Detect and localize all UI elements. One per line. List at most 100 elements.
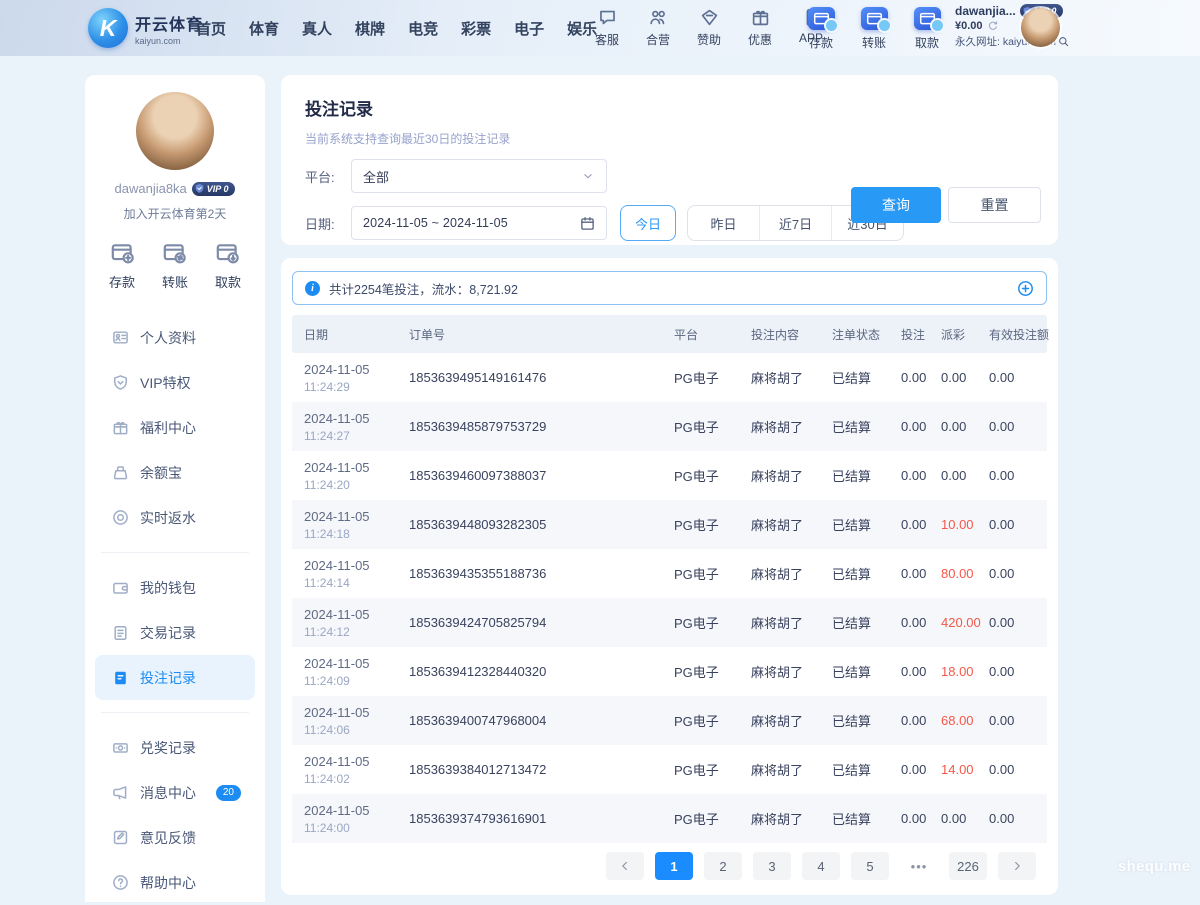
column-header: 日期 [292, 326, 397, 343]
nav-link[interactable]: 棋牌 [355, 18, 385, 39]
vip-icon [112, 374, 129, 391]
expand-plus-icon[interactable] [1017, 280, 1034, 297]
quick-action-label: 存款 [109, 272, 135, 291]
reset-button[interactable]: 重置 [948, 187, 1041, 223]
withdraw-shortcut[interactable]: 取款 [908, 7, 946, 51]
sidebar-item-rebate[interactable]: 实时返水 [95, 495, 255, 540]
sidebar-item-label: 兑奖记录 [140, 738, 196, 758]
search-icon[interactable] [1058, 36, 1069, 47]
sidebar-item-vip[interactable]: VIP特权 [95, 360, 255, 405]
table-row: 2024-11-0511:24:061853639400747968004PG电… [292, 696, 1047, 745]
cell-bet: 0.00 [889, 664, 929, 679]
withdraw-icon [914, 7, 941, 30]
cell-order: 1853639435355188736 [397, 566, 662, 581]
sidebar-item-transactions[interactable]: 交易记录 [95, 610, 255, 655]
records-card: i 共计2254笔投注，流水：8,721.92 日期订单号平台投注内容注单状态投… [281, 258, 1058, 895]
cell-date: 2024-11-0511:24:20 [292, 460, 397, 492]
page-button[interactable]: 226 [949, 852, 987, 880]
nav-link[interactable]: 真人 [302, 18, 332, 39]
nav-link[interactable]: 体育 [249, 18, 279, 39]
quick-action-label: 取款 [215, 272, 241, 291]
nav-link[interactable]: 电子 [514, 18, 544, 39]
range-button[interactable]: 昨日 [688, 206, 759, 240]
range-button[interactable]: 近7日 [759, 206, 831, 240]
service-item-gift[interactable]: 优惠 [741, 8, 779, 48]
sidebar-item-profile[interactable]: 个人资料 [95, 315, 255, 360]
username[interactable]: dawanjia... [955, 4, 1016, 18]
quick-action-withdraw-outline[interactable]: 取款 [215, 240, 241, 291]
cell-payout: 420.00 [929, 615, 977, 630]
deposit-shortcut[interactable]: 存款 [802, 7, 840, 51]
deposit-icon [808, 7, 835, 30]
service-item-partners[interactable]: 合营 [639, 8, 677, 48]
sidebar-item-label: 我的钱包 [140, 578, 196, 598]
sidebar-item-feedback[interactable]: 意见反馈 [95, 815, 255, 860]
platform-select[interactable]: 全部 [351, 159, 607, 193]
menu-group: 个人资料 VIP特权福利中心余额宝实时返水 [85, 315, 265, 540]
column-header: 派彩 [929, 326, 977, 343]
brand-logo[interactable]: K 开云体育 kaiyun.com [88, 8, 203, 48]
cell-content: 麻将胡了 [739, 711, 820, 730]
user-avatar[interactable] [1021, 8, 1060, 47]
cell-platform: PG电子 [662, 613, 739, 632]
cell-date: 2024-11-0511:24:00 [292, 803, 397, 835]
page-button[interactable]: 5 [851, 852, 889, 880]
transfer-shortcut[interactable]: 转账 [855, 7, 893, 51]
profile-avatar[interactable] [136, 92, 214, 170]
joined-days-text: 加入开云体育第2天 [85, 205, 265, 222]
cell-valid: 0.00 [977, 468, 1047, 483]
cell-content: 麻将胡了 [739, 760, 820, 779]
sidebar-item-wallet[interactable]: 我的钱包 [95, 565, 255, 610]
nav-link[interactable]: 电竞 [408, 18, 438, 39]
cell-valid: 0.00 [977, 419, 1047, 434]
help-icon [112, 874, 129, 891]
cell-valid: 0.00 [977, 762, 1047, 777]
cell-bet: 0.00 [889, 517, 929, 532]
column-header: 投注内容 [739, 326, 820, 343]
cell-payout: 0.00 [929, 419, 977, 434]
cell-content: 麻将胡了 [739, 466, 820, 485]
service-item-label: 优惠 [748, 31, 772, 48]
chat-icon [598, 8, 617, 27]
column-header: 平台 [662, 326, 739, 343]
service-item-chat[interactable]: 客服 [588, 8, 626, 48]
quick-action-deposit-outline[interactable]: 存款 [109, 240, 135, 291]
prev-page-button[interactable] [606, 852, 644, 880]
nav-link[interactable]: 彩票 [461, 18, 491, 39]
cell-date: 2024-11-0511:24:14 [292, 558, 397, 590]
page-button[interactable]: 4 [802, 852, 840, 880]
sidebar-item-redeem[interactable]: 兑奖记录 [95, 725, 255, 770]
search-button[interactable]: 查询 [851, 187, 941, 223]
page-button[interactable]: 3 [753, 852, 791, 880]
transfer-outline-icon [162, 240, 187, 265]
sidebar-item-welfare[interactable]: 福利中心 [95, 405, 255, 450]
cell-valid: 0.00 [977, 811, 1047, 826]
sidebar-item-label: 个人资料 [140, 328, 196, 348]
quick-action-transfer-outline[interactable]: 转账 [162, 240, 188, 291]
calendar-icon [580, 216, 595, 231]
range-today-button[interactable]: 今日 [620, 205, 676, 241]
cell-status: 已结算 [820, 417, 889, 436]
service-item-sponsor[interactable]: 赞助 [690, 8, 728, 48]
bets-icon [112, 669, 129, 686]
withdraw-outline-icon [215, 240, 240, 265]
table-header: 日期订单号平台投注内容注单状态投注派彩有效投注额 [292, 315, 1047, 353]
sidebar-item-yuebao[interactable]: 余额宝 [95, 450, 255, 495]
date-range-input[interactable]: 2024-11-05 ~ 2024-11-05 [351, 206, 607, 240]
page-button[interactable]: 1 [655, 852, 693, 880]
sidebar-item-message[interactable]: 消息中心20 [95, 770, 255, 815]
nav-link[interactable]: 首页 [196, 18, 226, 39]
summary-bar: i 共计2254笔投注，流水：8,721.92 [292, 271, 1047, 305]
cell-order: 1853639460097388037 [397, 468, 662, 483]
sidebar-item-help[interactable]: 帮助中心 [95, 860, 255, 905]
refresh-balance-icon[interactable] [987, 20, 999, 32]
page-button[interactable]: 2 [704, 852, 742, 880]
date-label: 日期: [305, 214, 351, 233]
sidebar-item-bets[interactable]: 投注记录 [95, 655, 255, 700]
next-page-button[interactable] [998, 852, 1036, 880]
brand-domain: kaiyun.com [135, 36, 203, 46]
cell-content: 麻将胡了 [739, 809, 820, 828]
cell-payout: 14.00 [929, 762, 977, 777]
cell-content: 麻将胡了 [739, 662, 820, 681]
cell-content: 麻将胡了 [739, 613, 820, 632]
